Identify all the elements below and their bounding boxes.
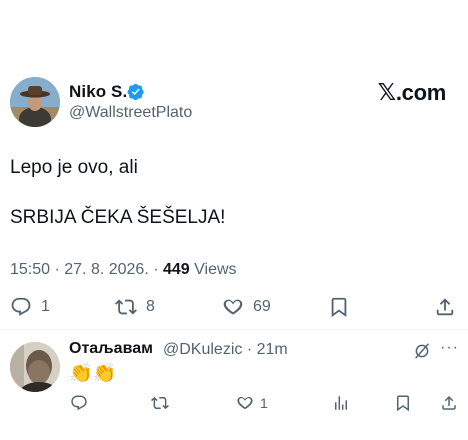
views-count: 449 (163, 261, 190, 278)
x-logo-icon: 𝕏 (377, 80, 397, 106)
share-icon (442, 395, 456, 410)
reply-icon (11, 297, 31, 316)
reply-text: 👏👏 (69, 363, 117, 384)
more-icon[interactable]: ··· (440, 339, 459, 357)
bookmark-icon (397, 395, 409, 412)
divider (0, 329, 468, 330)
author-handle[interactable]: @WallstreetPlato (69, 104, 192, 122)
tweet-text-line-1: Lepo je ovo, ali (10, 157, 138, 178)
bookmark-icon (331, 297, 347, 318)
reply-author-avatar[interactable] (10, 342, 60, 392)
tweet-meta: 15:50 · 27. 8. 2026. · 449 Views (10, 261, 237, 279)
reply-author-handle[interactable]: @DKulezic · 21m (163, 341, 288, 359)
views-icon (335, 396, 347, 410)
tweet-card: Niko S. @WallstreetPlato 𝕏.com Lepo je o… (0, 0, 468, 440)
verified-badge-icon (127, 83, 144, 101)
grok-icon[interactable] (413, 342, 431, 360)
source-label: 𝕏.com (377, 80, 447, 106)
reply-author-name[interactable]: Отаљавам (69, 340, 153, 358)
source-label-suffix: .com (395, 80, 446, 105)
repost-icon (151, 396, 169, 410)
share-button[interactable] (434, 296, 456, 318)
timestamp[interactable]: 15:50 · 27. 8. 2026. · (10, 261, 163, 278)
like-icon (223, 299, 243, 315)
repost-count: 8 (146, 298, 155, 315)
like-button[interactable]: 69 (222, 296, 271, 318)
reply-views-button[interactable] (332, 394, 350, 412)
reply-bookmark-button[interactable] (394, 394, 412, 412)
author-avatar[interactable] (10, 77, 60, 127)
tweet-text-line-2: SRBIJA ČEKA ŠEŠELJA! (10, 207, 226, 228)
reply-count: 1 (41, 298, 50, 315)
reply-button[interactable]: 1 (10, 296, 50, 318)
reply-icon (71, 395, 87, 411)
repost-button[interactable]: 8 (115, 296, 155, 318)
like-icon (237, 397, 253, 410)
bookmark-button[interactable] (328, 296, 350, 318)
views-label: Views (189, 261, 237, 278)
reply-like-button[interactable]: 1 (236, 394, 268, 412)
like-count: 69 (253, 298, 271, 315)
reply-like-count: 1 (260, 395, 268, 411)
author-name[interactable]: Niko S. (69, 82, 127, 102)
reply-reply-button[interactable] (70, 394, 88, 412)
reply-share-button[interactable] (440, 394, 458, 412)
reply-action-bar: 1 (0, 392, 468, 414)
tweet-action-bar: 1 8 69 (0, 292, 468, 322)
repost-icon (115, 299, 137, 315)
reply-repost-button[interactable] (151, 394, 169, 412)
share-icon (436, 298, 454, 316)
